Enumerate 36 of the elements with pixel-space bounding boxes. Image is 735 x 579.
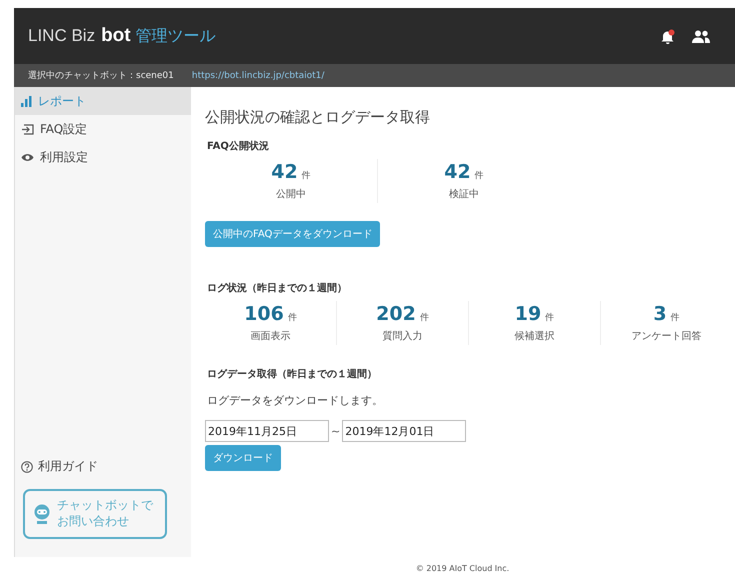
count-label: 画面表示 (250, 330, 290, 343)
selected-bot-label: 選択中のチャットボット：scene01 (28, 70, 174, 82)
brand-name: bot (101, 25, 131, 47)
page-title: 公開状況の確認とログデータ取得 (205, 108, 431, 127)
bell-icon[interactable] (661, 28, 675, 44)
bot-url-link[interactable]: https://bot.lincbiz.jp/cbtaiot1/ (192, 70, 324, 80)
sidebar-item[interactable]: FAQ設定 (15, 115, 191, 143)
count-label: 質問入力 (382, 330, 422, 343)
users-icon[interactable] (691, 30, 711, 42)
range-separator: ~ (331, 424, 340, 438)
help-icon (21, 460, 33, 472)
count-value: 42 件 (271, 161, 311, 183)
section-heading: ログ状況（昨日までの１週間） (207, 282, 348, 295)
count-value: 19 件 (514, 303, 554, 325)
count-label: アンケート回答 (632, 330, 702, 343)
count-value: 106 件 (244, 303, 297, 325)
app-title: 管理ツール (136, 26, 216, 46)
count-value: 3 件 (653, 303, 680, 325)
eye-icon (21, 152, 34, 162)
bar-chart-icon (21, 96, 32, 106)
robot-icon (33, 504, 51, 524)
login-icon (21, 124, 34, 134)
count-label: 検証中 (449, 188, 479, 201)
brand-name: LINC Biz (28, 26, 96, 46)
section-heading: FAQ公開状況 (207, 140, 270, 153)
count-value: 42 件 (444, 161, 484, 183)
section-heading: ログデータ取得（昨日までの１週間） (207, 368, 378, 381)
description-text: ログデータをダウンロードします。 (207, 393, 384, 408)
count-label: 候補選択 (514, 330, 554, 343)
count-label: 公開中 (276, 188, 306, 201)
end-date-field[interactable]: 2019年12月01日 (342, 420, 466, 442)
start-date-field[interactable]: 2019年11月25日 (205, 420, 329, 442)
count-value: 202 件 (376, 303, 429, 325)
copyright-text: © 2019 AIoT Cloud Inc. (416, 564, 510, 572)
sidebar-item[interactable]: 利用設定 (15, 143, 191, 171)
guide-link[interactable]: 利用ガイド (15, 458, 191, 475)
